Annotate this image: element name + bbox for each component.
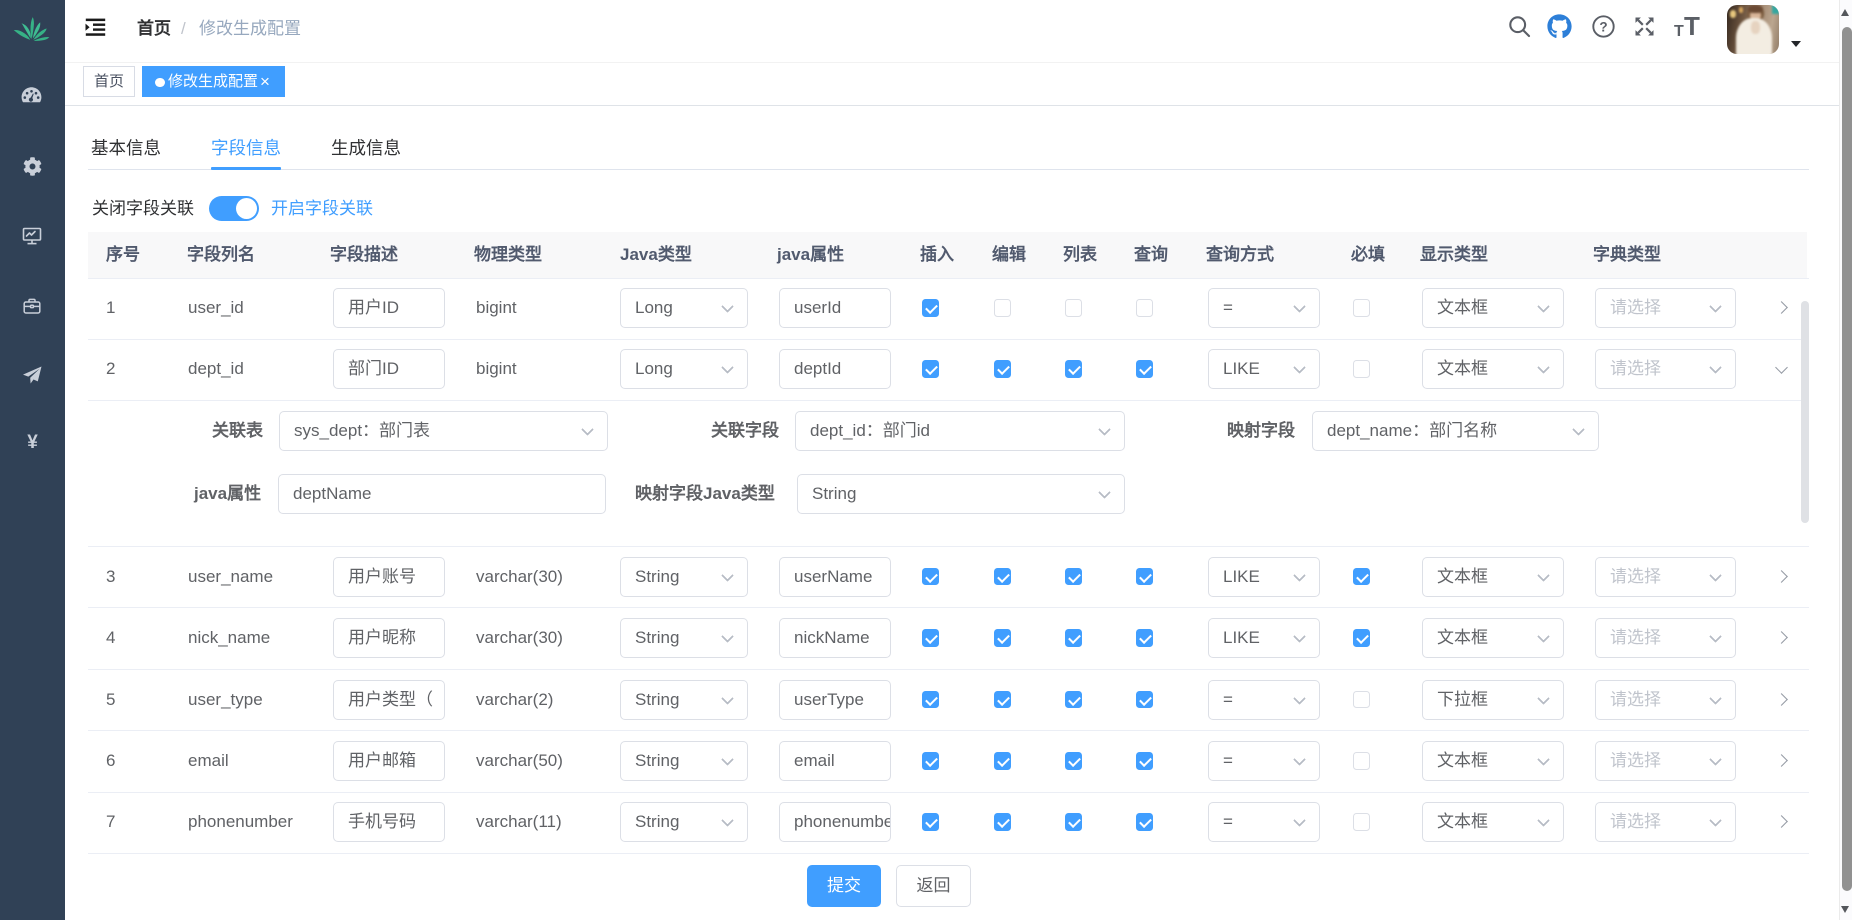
svg-text:?: ? [1599, 19, 1607, 34]
